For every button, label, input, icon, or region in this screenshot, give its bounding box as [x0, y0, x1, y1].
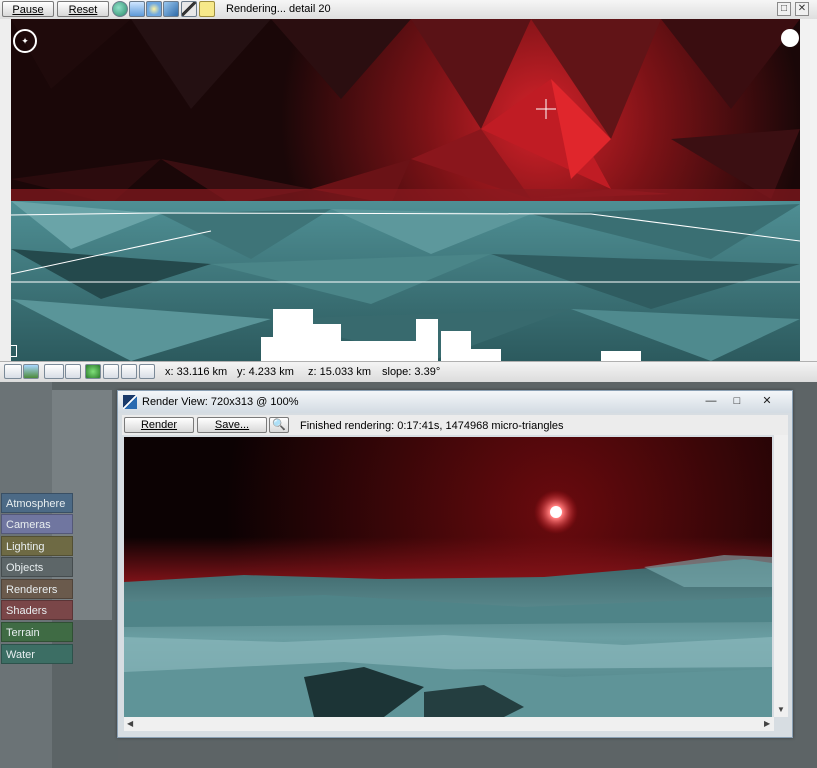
- render-window-titlebar[interactable]: Render View: 720x313 @ 100% — □ ✕: [118, 391, 792, 413]
- category-atmosphere[interactable]: Atmosphere: [1, 493, 73, 513]
- 3d-preview-viewport[interactable]: ✦: [11, 19, 800, 361]
- rendered-image: [124, 437, 772, 717]
- landscape-icon[interactable]: [23, 364, 39, 379]
- save-button[interactable]: Save...: [197, 417, 267, 433]
- eye-icon[interactable]: [103, 364, 119, 379]
- minimize-button[interactable]: —: [698, 393, 724, 409]
- category-objects[interactable]: Objects: [1, 557, 73, 577]
- render-horizontal-scrollbar[interactable]: ◀ ▶: [124, 717, 774, 731]
- close-icon[interactable]: ✕: [795, 2, 809, 16]
- compass-icon[interactable]: ✦: [13, 29, 37, 53]
- viewport-corner-icon[interactable]: [11, 345, 17, 357]
- category-terrain[interactable]: Terrain: [1, 622, 73, 642]
- camera-load-icon[interactable]: [44, 364, 64, 379]
- coordinates-bar: x: 33.116 km y: 4.233 km z: 15.033 km sl…: [0, 361, 817, 382]
- viewport-left-edge: [0, 19, 11, 361]
- category-shaders[interactable]: Shaders: [1, 600, 73, 620]
- viewport-scene: [11, 19, 800, 361]
- render-button[interactable]: Render: [124, 417, 194, 433]
- globe-icon[interactable]: [112, 1, 128, 17]
- render-window-toolbar: Render Save... 🔍 Finished rendering: 0:1…: [122, 415, 788, 435]
- render-vertical-scrollbar[interactable]: ▼: [774, 435, 788, 717]
- frame-icon[interactable]: [121, 364, 137, 379]
- close-button[interactable]: ✕: [754, 393, 780, 409]
- rendered-scene: [124, 437, 772, 717]
- cloud-icon[interactable]: [129, 1, 145, 17]
- camera-menu-icon[interactable]: [65, 364, 81, 379]
- note-icon[interactable]: [199, 1, 215, 17]
- coord-y: y: 4.233 km: [237, 366, 294, 378]
- pause-button[interactable]: Pause: [2, 1, 54, 17]
- viewport-right-edge: [800, 19, 817, 361]
- render-status-text: Rendering... detail 20: [226, 3, 331, 15]
- zoom-dropdown-icon[interactable]: 🔍: [269, 417, 289, 433]
- coord-x: x: 33.116 km: [165, 366, 228, 378]
- refresh-icon[interactable]: [85, 364, 101, 379]
- restore-icon[interactable]: □: [777, 2, 791, 16]
- sun-icon[interactable]: [146, 1, 162, 17]
- category-water[interactable]: Water: [1, 644, 73, 664]
- app-logo-icon: [123, 395, 137, 409]
- slope-readout: slope: 3.39°: [382, 366, 441, 378]
- brush-icon[interactable]: [181, 1, 197, 17]
- reset-button[interactable]: Reset: [57, 1, 109, 17]
- render-window-title: Render View: 720x313 @ 100%: [142, 396, 299, 408]
- camera-save-icon[interactable]: [4, 364, 22, 379]
- sun-position-icon[interactable]: [781, 29, 799, 47]
- leaf-icon[interactable]: [139, 364, 155, 379]
- maximize-button[interactable]: □: [724, 393, 750, 409]
- export-icon[interactable]: [163, 1, 179, 17]
- category-lighting[interactable]: Lighting: [1, 536, 73, 556]
- coord-z: z: 15.033 km: [308, 366, 371, 378]
- render-view-window: Render View: 720x313 @ 100% — □ ✕ Render…: [117, 390, 793, 738]
- category-cameras[interactable]: Cameras: [1, 514, 73, 534]
- category-renderers[interactable]: Renderers: [1, 579, 73, 599]
- main-toolbar: Pause Reset Rendering... detail 20 □ ✕: [0, 0, 817, 20]
- render-finished-status: Finished rendering: 0:17:41s, 1474968 mi…: [300, 420, 564, 432]
